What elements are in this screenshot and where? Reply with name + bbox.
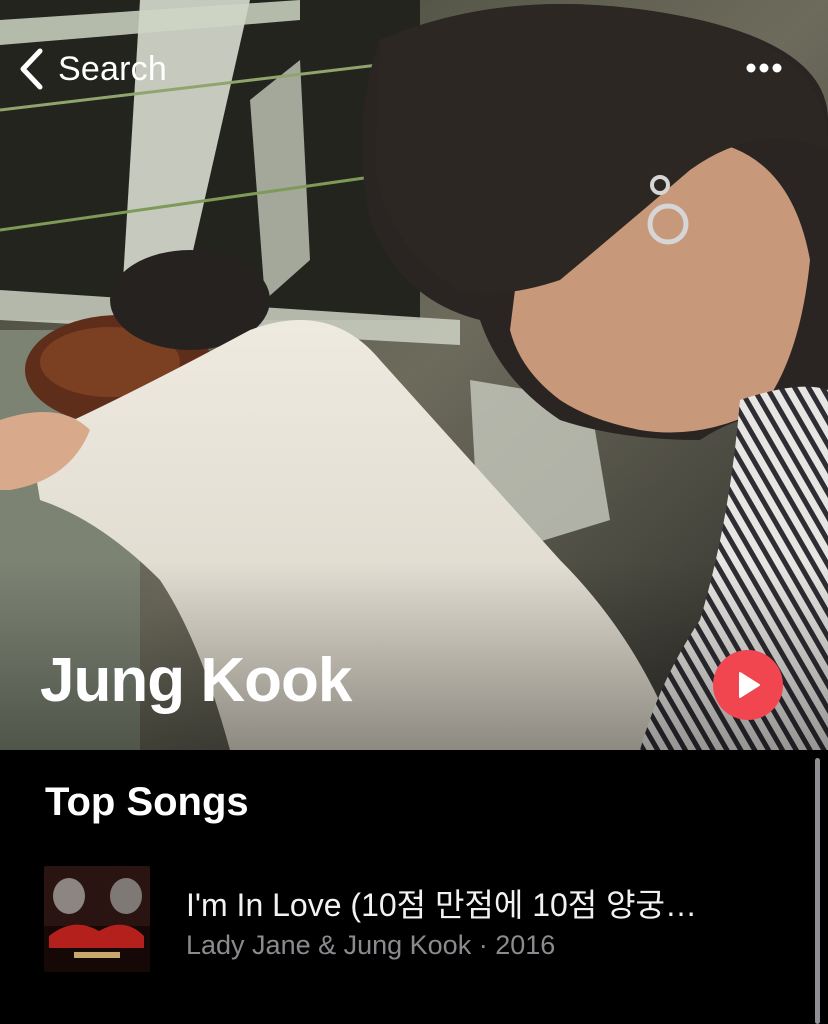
top-songs-heading: Top Songs xyxy=(45,780,249,824)
artist-hero-image: Search Jung Kook xyxy=(0,0,828,750)
artist-photo xyxy=(0,0,828,750)
chevron-left-icon xyxy=(20,48,43,90)
back-button[interactable]: Search xyxy=(18,46,167,92)
back-button-label: Search xyxy=(58,49,167,88)
play-icon xyxy=(739,672,760,698)
more-options-button[interactable] xyxy=(742,56,786,80)
song-title: I'm In Love (10점 만점에 10점 양궁… xyxy=(186,887,698,923)
song-artist-year: Lady Jane & Jung Kook · 2016 xyxy=(186,930,556,960)
scrollbar[interactable] xyxy=(815,758,820,1024)
artist-name: Jung Kook xyxy=(40,646,352,715)
album-artwork xyxy=(44,866,150,972)
ellipsis-icon xyxy=(746,63,782,73)
song-row[interactable]: I'm In Love (10점 만점에 10점 양궁… Lady Jane &… xyxy=(0,858,828,978)
album-art-image xyxy=(44,866,150,972)
play-button[interactable] xyxy=(713,650,783,720)
